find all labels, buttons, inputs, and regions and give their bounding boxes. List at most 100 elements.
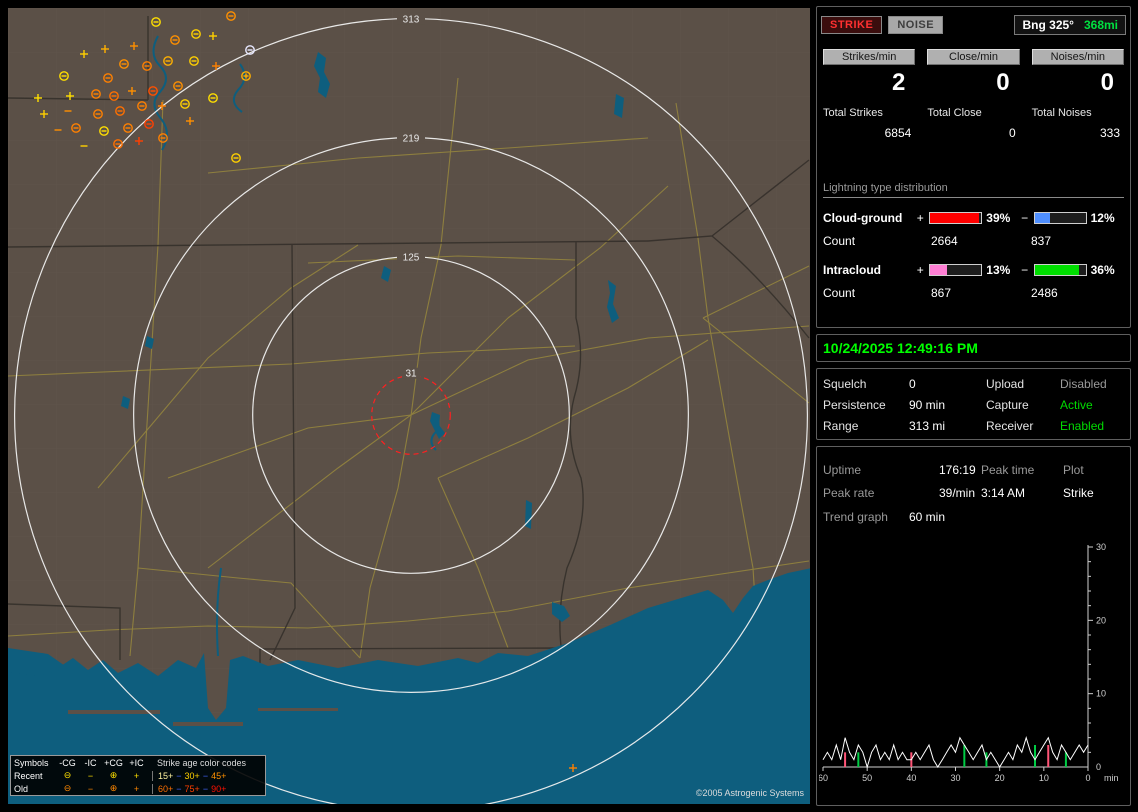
clock-panel: 10/24/2025 12:49:16 PM (816, 334, 1131, 362)
svg-text:313: 313 (403, 15, 420, 26)
noise-indicator[interactable]: NOISE (888, 16, 943, 34)
intracloud-label: Intracloud (823, 263, 915, 277)
ic-positive-pct: 13% (986, 263, 1019, 277)
trend-graph-label: Trend graph (823, 510, 909, 524)
bearing-readout: Bng 325° 368mi (1014, 15, 1126, 35)
rate-grid: Strikes/min Close/min Noises/min 2 0 0 T… (817, 35, 1130, 140)
datetime-display: 10/24/2025 12:49:16 PM (817, 335, 1130, 356)
upload-label: Upload (986, 377, 1060, 391)
cg-negative-pct: 12% (1091, 211, 1124, 225)
strikes-per-min-value: 2 (823, 65, 915, 97)
peak-time-label: Peak time (981, 463, 1063, 477)
svg-text:min: min (1104, 773, 1119, 783)
cloud-ground-counts: Count 2664 837 (823, 230, 1124, 252)
svg-text:50: 50 (862, 773, 872, 783)
total-noises-value: 333 (1032, 119, 1124, 140)
legend-row: Old⊖−⊕+60+−75+−90+ (11, 782, 265, 795)
svg-text:60: 60 (819, 773, 828, 783)
strike-map[interactable]: 313 219 125 31 Symbols-CG-IC+CG+ICStrike ag… (8, 8, 810, 804)
svg-text:219: 219 (403, 134, 420, 145)
map-legend: Symbols-CG-IC+CG+ICStrike age color code… (10, 755, 266, 796)
minus-sign: − (1020, 263, 1030, 277)
svg-text:125: 125 (403, 253, 420, 264)
uptime-grid: Uptime 176:19 Peak time Plot Peak rate 3… (817, 447, 1130, 500)
range-label: Range (823, 419, 909, 433)
peak-time-value: 3:14 AM (981, 486, 1063, 500)
svg-text:10: 10 (1096, 689, 1106, 699)
settings-grid: Squelch 0 Upload Disabled Persistence 90… (817, 369, 1130, 433)
total-strikes-value: 6854 (823, 119, 915, 140)
total-strikes-label: Total Strikes (823, 97, 915, 119)
squelch-value: 0 (909, 377, 986, 391)
indicator-row: STRIKE NOISE Bng 325° 368mi (817, 7, 1130, 35)
distribution-title: Lightning type distribution (823, 182, 1124, 198)
svg-text:0: 0 (1085, 773, 1090, 783)
squelch-label: Squelch (823, 377, 909, 391)
range-value: 313 mi (909, 419, 986, 433)
count-label: Count (823, 286, 931, 300)
cg-positive-pct: 39% (986, 211, 1019, 225)
settings-panel: Squelch 0 Upload Disabled Persistence 90… (816, 368, 1131, 440)
cg-negative-bar (1034, 212, 1087, 224)
total-noises-label: Total Noises (1032, 97, 1124, 119)
ic-negative-count: 2486 (1031, 286, 1058, 300)
cg-positive-bar (929, 212, 982, 224)
copyright-text: ©2005 Astrogenic Systems (696, 788, 804, 798)
plus-sign: + (915, 211, 925, 225)
receiver-status: Enabled (1060, 419, 1126, 433)
intracloud-counts: Count 867 2486 (823, 282, 1124, 304)
capture-label: Capture (986, 398, 1060, 412)
strike-indicator[interactable]: STRIKE (821, 16, 882, 34)
bearing-distance: 368mi (1084, 18, 1118, 32)
legend-row: Recent⊖−⊕+15+−30+−45+ (11, 769, 265, 782)
total-close-value: 0 (927, 119, 1019, 140)
receiver-label: Receiver (986, 419, 1060, 433)
peak-rate-value: 39/min (939, 486, 981, 500)
persistence-label: Persistence (823, 398, 909, 412)
uptime-label: Uptime (823, 463, 939, 477)
ic-negative-bar (1034, 264, 1087, 276)
upload-status: Disabled (1060, 377, 1126, 391)
ic-positive-count: 867 (931, 286, 1031, 300)
ic-positive-bar (929, 264, 982, 276)
close-per-min-button[interactable]: Close/min (927, 49, 1019, 65)
intracloud-row: Intracloud + 13% − 36% (823, 258, 1124, 282)
strikes-per-min-button[interactable]: Strikes/min (823, 49, 915, 65)
svg-text:31: 31 (405, 369, 417, 380)
svg-text:20: 20 (1096, 615, 1106, 625)
svg-text:20: 20 (995, 773, 1005, 783)
noises-per-min-value: 0 (1032, 65, 1124, 97)
cg-positive-count: 2664 (931, 234, 1031, 248)
plus-sign: + (915, 263, 925, 277)
capture-status: Active (1060, 398, 1126, 412)
lightning-distribution: Lightning type distribution Cloud-ground… (817, 182, 1130, 304)
plot-value: Strike (1063, 486, 1126, 500)
svg-text:10: 10 (1039, 773, 1049, 783)
trend-window-value: 60 min (909, 510, 945, 524)
count-label: Count (823, 234, 931, 248)
svg-text:30: 30 (950, 773, 960, 783)
close-per-min-value: 0 (927, 65, 1019, 97)
uptime-value: 176:19 (939, 463, 981, 477)
map-canvas: 313 219 125 31 (8, 8, 810, 804)
noises-per-min-button[interactable]: Noises/min (1032, 49, 1124, 65)
status-trend-panel: Uptime 176:19 Peak time Plot Peak rate 3… (816, 446, 1131, 806)
peak-rate-label: Peak rate (823, 486, 939, 500)
minus-sign: − (1020, 211, 1030, 225)
persistence-value: 90 min (909, 398, 986, 412)
svg-text:30: 30 (1096, 542, 1106, 552)
legend-header: Symbols-CG-IC+CG+ICStrike age color code… (11, 756, 265, 769)
trend-graph-header: Trend graph 60 min (817, 500, 1130, 524)
statistics-panel: STRIKE NOISE Bng 325° 368mi Strikes/min … (816, 6, 1131, 328)
ic-negative-pct: 36% (1091, 263, 1124, 277)
total-close-label: Total Close (927, 97, 1019, 119)
app-window: 313 219 125 31 Symbols-CG-IC+CG+ICStrike ag… (0, 0, 1138, 812)
cg-negative-count: 837 (1031, 234, 1051, 248)
cloud-ground-row: Cloud-ground + 39% − 12% (823, 206, 1124, 230)
svg-text:0: 0 (1096, 762, 1101, 772)
plot-label: Plot (1063, 463, 1126, 477)
trend-chart-canvas: 01020306050403020100min (819, 537, 1129, 803)
bearing-value: Bng 325° (1022, 18, 1073, 32)
cloud-ground-label: Cloud-ground (823, 211, 915, 225)
trend-graph[interactable]: 01020306050403020100min (819, 537, 1129, 803)
